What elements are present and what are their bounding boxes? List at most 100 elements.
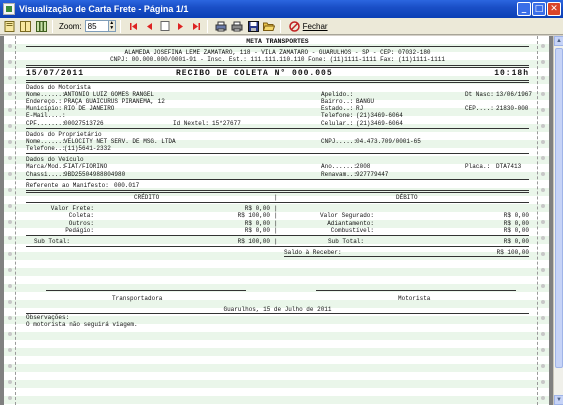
balance-value: R$ 100,00	[496, 249, 529, 257]
financial-row: Valor Frete: R$ 0,00 |	[26, 205, 529, 212]
vehicle-year: 2008	[356, 163, 371, 171]
first-page-icon	[130, 22, 138, 30]
page-input[interactable]	[160, 20, 171, 33]
window-titlebar: Visualização de Carta Frete - Página 1/1…	[0, 0, 563, 18]
floppy-disk-icon	[247, 20, 259, 32]
signature-labels: Transportadora Motorista	[26, 295, 529, 302]
debit-label: Valor Segurado:	[319, 212, 374, 220]
driver-phone: (21)3469-6064	[356, 112, 403, 120]
subtotal-credit: R$ 100,00	[237, 237, 270, 245]
report-viewport: META TRANSPORTES ALAMEDA JOSEFINA LEME Z…	[0, 36, 553, 405]
print-button[interactable]	[231, 20, 244, 33]
divider	[26, 46, 529, 48]
zoom-input[interactable]	[84, 20, 109, 32]
divider	[26, 190, 529, 193]
toolbar-separator	[279, 19, 281, 33]
owner-phone-row: Telefone..: (11)5641-2332	[26, 145, 111, 153]
divider	[284, 256, 529, 258]
report-page: META TRANSPORTES ALAMEDA JOSEFINA LEME Z…	[4, 36, 549, 405]
vehicle-section-title: Dados do Veículo	[26, 156, 84, 164]
debit-label: Combustível:	[330, 226, 374, 234]
maximize-button[interactable]: □	[532, 2, 546, 16]
first-page-button[interactable]	[128, 20, 141, 33]
toolbar-separator	[52, 19, 53, 33]
driver-cpf-row: CPF.......: 00027513726 Id Nextel: 15*27…	[26, 119, 403, 127]
credit-value: R$ 0,00	[244, 226, 270, 234]
last-page-button[interactable]	[190, 20, 203, 33]
printer-setup-icon	[215, 21, 227, 31]
receipt-header: 15/07/2011 RECIBO DE COLETA N° 000.005 1…	[26, 69, 529, 79]
perforation-right	[537, 36, 538, 405]
credit-value: R$ 0,00	[244, 219, 270, 227]
print-setup-button[interactable]	[215, 20, 228, 33]
previous-page-icon	[147, 22, 153, 30]
vertical-scrollbar[interactable]: ▲ ▼	[553, 36, 563, 405]
divider	[26, 234, 529, 236]
vehicle-chassis-row: Chassi....: 9BD25504988804980 Renavam..:…	[26, 170, 389, 178]
multi-page-view-button[interactable]	[35, 20, 48, 33]
manifest-row: Referente ao Manifesto: 000.017	[26, 181, 140, 189]
owner-name: VELOCITY NET SERV. DE MSG. LTDA	[64, 137, 176, 145]
debit-label: Adiantamento:	[327, 219, 374, 227]
owner-cnpj: 04.473.709/0001-65	[356, 137, 421, 145]
divider	[26, 246, 529, 248]
two-page-view-button[interactable]	[19, 20, 32, 33]
debit-header: DÉBITO	[396, 194, 418, 201]
scroll-down-icon[interactable]: ▼	[554, 395, 563, 405]
financial-row: Outros: R$ 0,00 | Adiantamento: R$ 0,00	[26, 220, 529, 227]
tractor-holes-left	[6, 36, 14, 405]
driver-mobile: (21)3469-6064	[356, 119, 403, 127]
divider	[26, 178, 529, 180]
credit-label: Coleta:	[68, 212, 94, 220]
printer-icon	[231, 21, 243, 31]
open-button[interactable]	[263, 20, 276, 33]
zoom-label: Zoom:	[59, 21, 82, 31]
close-window-button[interactable]: ✕	[547, 2, 561, 16]
page-icon	[160, 21, 170, 31]
owner-name-row: Nome......: VELOCITY NET SERV. DE MSG. L…	[26, 137, 421, 145]
next-page-button[interactable]	[174, 20, 187, 33]
scroll-up-icon[interactable]: ▲	[554, 36, 563, 46]
balance-row: Saldo à Receber: R$ 100,00	[284, 249, 529, 257]
driver-city: RIO DE JANEIRO	[64, 105, 115, 113]
company-name: META TRANSPORTES	[246, 38, 309, 45]
previous-page-button[interactable]	[144, 20, 157, 33]
single-page-icon	[4, 20, 15, 32]
divider	[26, 64, 529, 68]
credit-label: Outros:	[68, 219, 94, 227]
single-page-view-button[interactable]	[3, 20, 16, 33]
zoom-spinner[interactable]: ▲ ▼	[108, 20, 116, 32]
driver-state: RJ	[356, 105, 364, 113]
financial-row: Pedágio: R$ 0,00 | Combustível: R$ 0,00	[26, 227, 529, 234]
scroll-thumb[interactable]	[555, 48, 563, 368]
driver-cpf: 00027513726	[64, 119, 104, 127]
credit-label: Pedágio:	[65, 226, 94, 234]
debit-value: R$ 0,00	[503, 226, 529, 234]
debit-value: R$ 0,00	[503, 219, 529, 227]
minimize-button[interactable]: _	[517, 2, 531, 16]
save-button[interactable]	[247, 20, 260, 33]
app-icon	[3, 3, 15, 15]
receipt-time: 10:18h	[494, 68, 529, 78]
close-circle-icon	[288, 20, 300, 32]
multi-pages-icon	[36, 20, 47, 32]
company-registry: CNPJ: 00.000.000/0001-91 - Insc. Est.: 1…	[110, 56, 445, 64]
credit-value: R$ 100,00	[237, 212, 270, 220]
close-report-button[interactable]: Fechar	[288, 20, 328, 32]
subtotal-debit: R$ 0,00	[503, 237, 529, 245]
driver-address-row: Endereço.: PRAÇA GUAICURUS PIRANEMA, 12 …	[26, 97, 375, 105]
driver-section-title: Dados do Motorista	[26, 83, 91, 91]
divider	[26, 127, 529, 129]
driver-address: PRAÇA GUAICURUS PIRANEMA, 12	[64, 97, 165, 105]
toolbar: Zoom: ▲▼ Fechar	[0, 18, 563, 35]
toolbar-separator	[206, 19, 208, 33]
driver-email-row: E-Mail....: Telefone: (21)3469-6064	[26, 112, 403, 120]
vehicle-chassis: 9BD25504988804980	[64, 170, 126, 178]
vehicle-model: FIAT/FIORINO	[64, 163, 108, 171]
divider	[26, 202, 529, 204]
last-page-icon	[193, 22, 201, 30]
credit-value: R$ 0,00	[244, 205, 270, 213]
owner-phone: (11)5641-2332	[64, 145, 111, 153]
signature-driver: Motorista	[398, 294, 431, 302]
signature-line-driver	[316, 290, 516, 292]
